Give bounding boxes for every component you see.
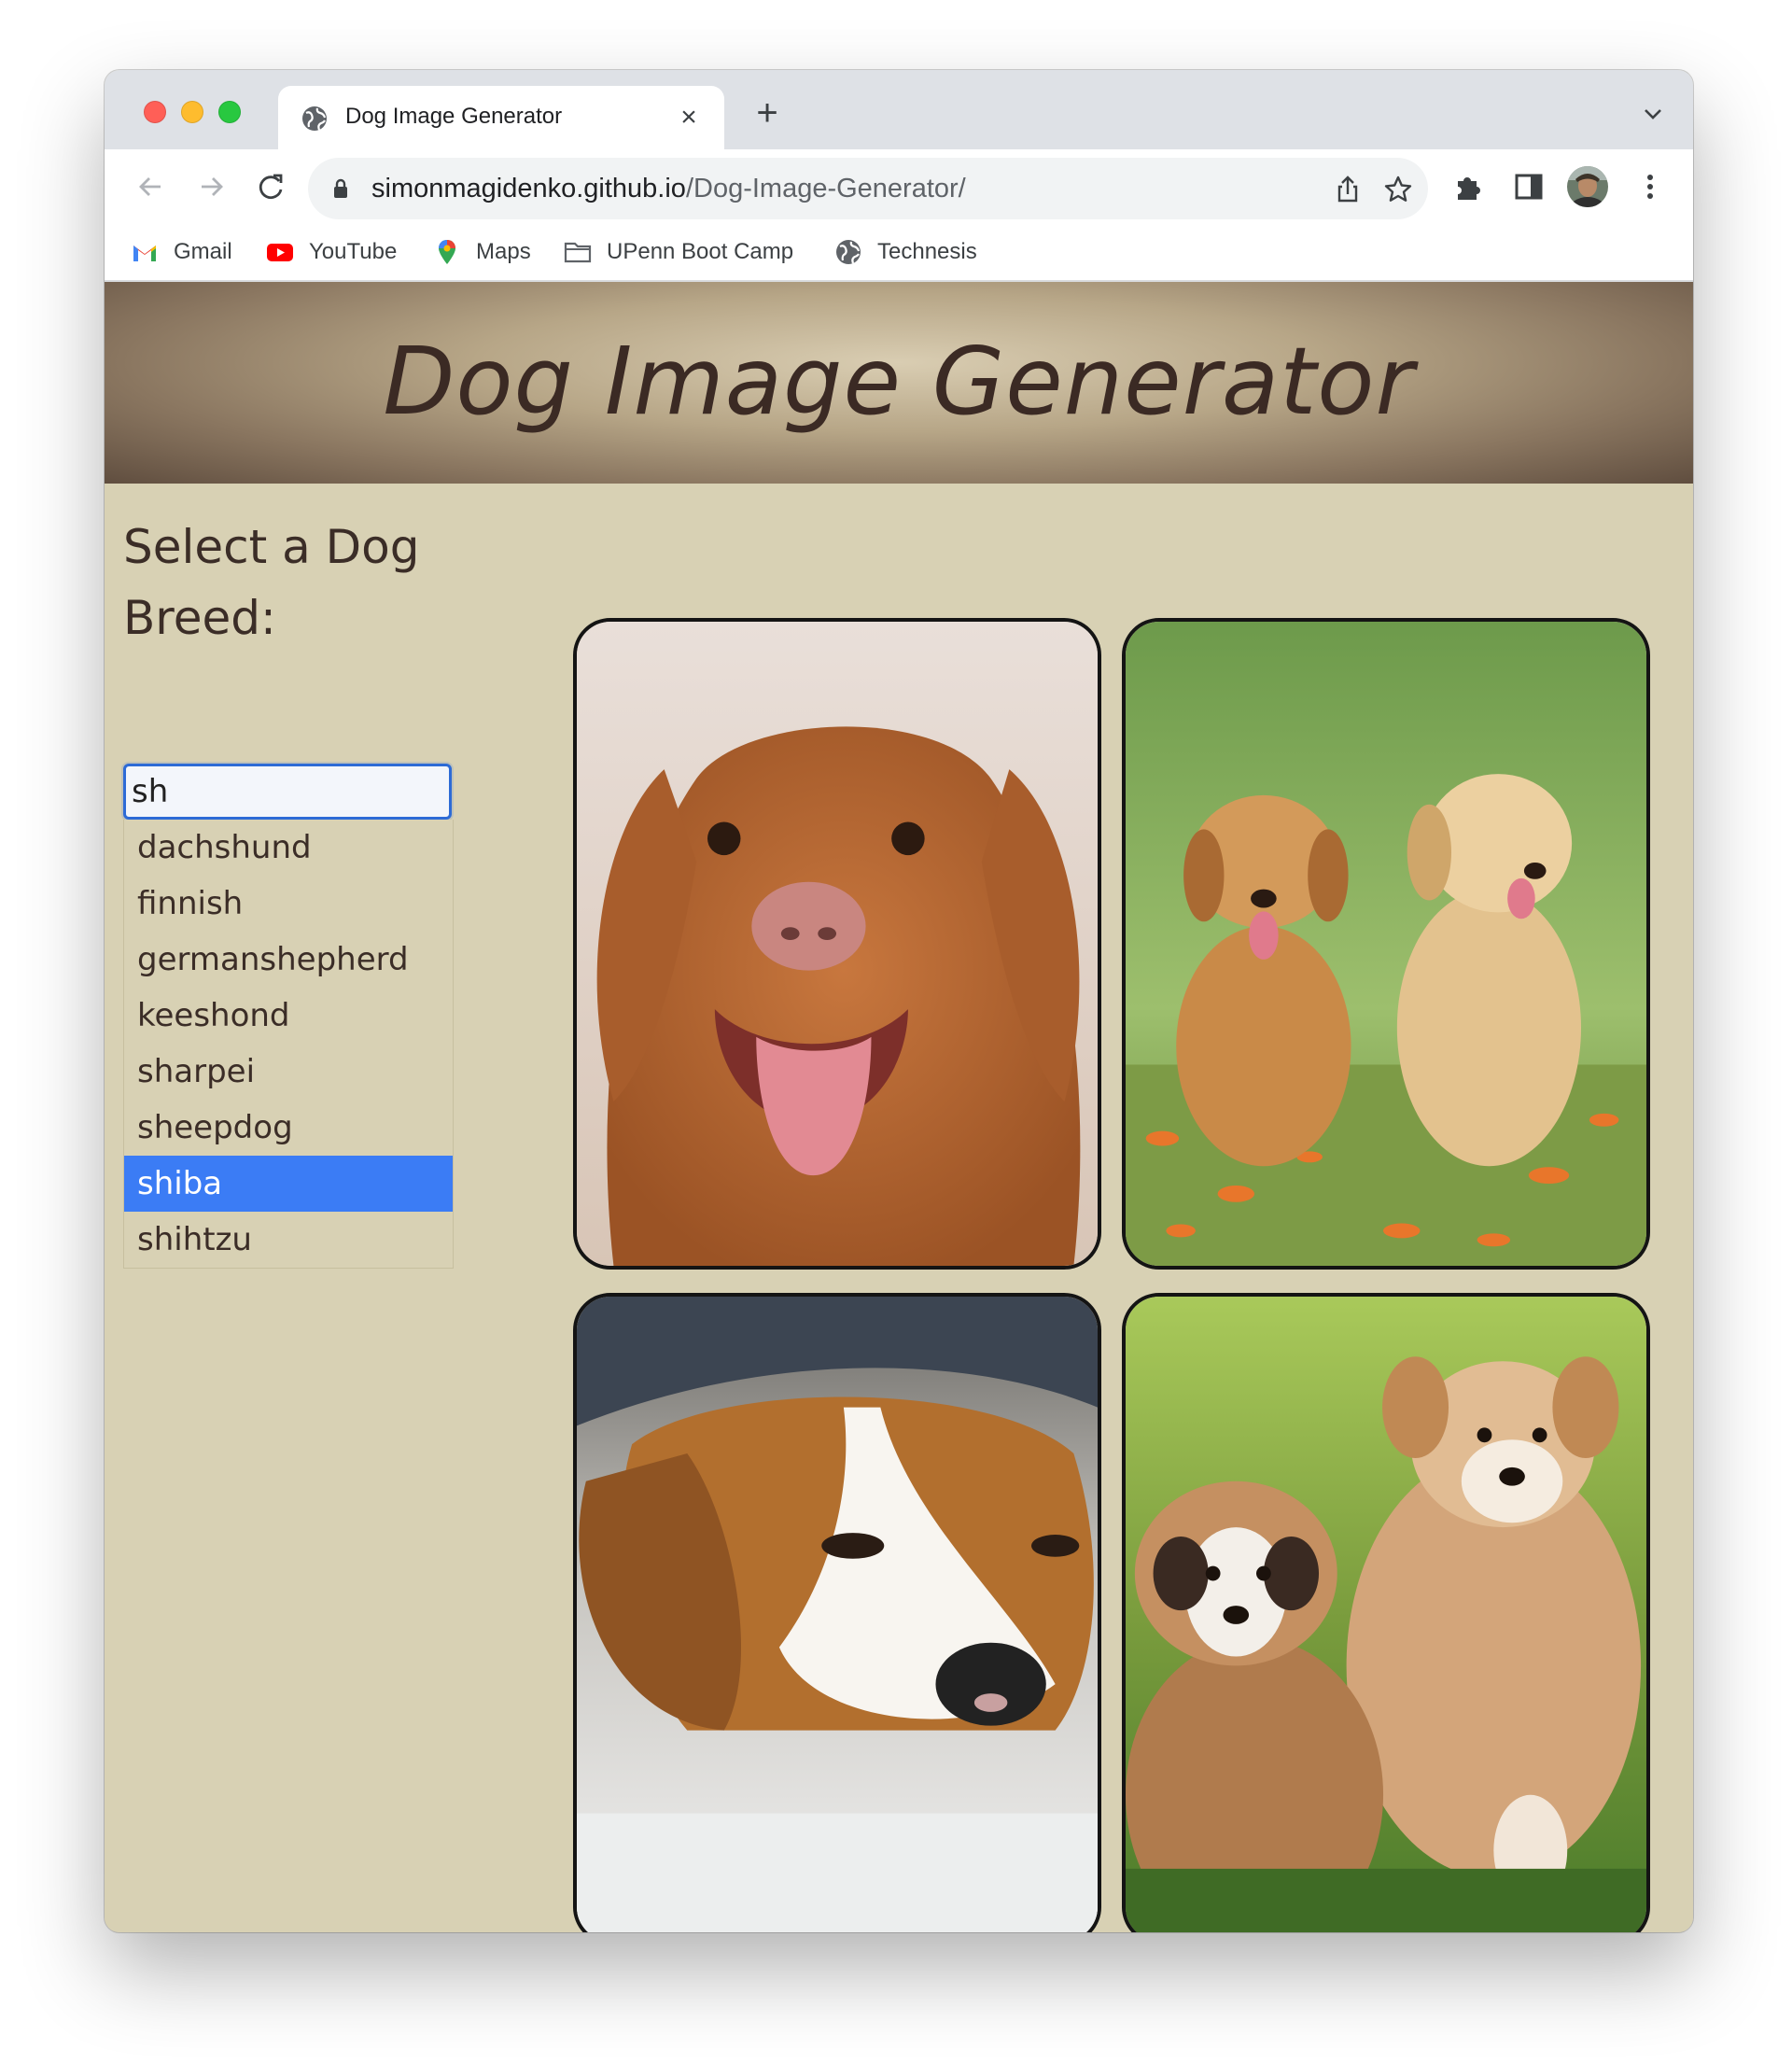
tab-dog-image-generator[interactable]: Dog Image Generator × — [278, 86, 724, 149]
url-text[interactable]: simonmagidenko.github.io/Dog-Image-Gener… — [371, 174, 966, 204]
globe-icon — [302, 106, 327, 131]
folder-icon — [564, 242, 592, 263]
retriever-dog-image — [577, 622, 1098, 1266]
maximize-window-button[interactable] — [218, 101, 241, 123]
dog-image-2 — [1122, 618, 1650, 1270]
globe-icon — [836, 240, 861, 264]
beagle-image — [577, 1297, 1098, 1932]
close-window-button[interactable] — [144, 101, 166, 123]
golden-puppies-image — [1126, 622, 1646, 1266]
suggestion-item[interactable]: shihtzu — [124, 1212, 453, 1268]
address-bar[interactable]: simonmagidenko.github.io/Dog-Image-Gener… — [308, 158, 1428, 219]
dog-image-4 — [1122, 1293, 1650, 1932]
youtube-icon — [267, 244, 293, 261]
tab-strip: Dog Image Generator × + — [105, 70, 1693, 149]
suggestion-item[interactable]: sheepdog — [124, 1100, 453, 1156]
share-icon[interactable] — [1333, 175, 1363, 204]
bookmark-youtube[interactable]: YouTube — [266, 233, 397, 271]
close-tab-icon[interactable]: × — [670, 99, 707, 136]
page-title: Dog Image Generator — [383, 327, 1415, 436]
browser-toolbar: simonmagidenko.github.io/Dog-Image-Gener… — [105, 149, 1693, 224]
breed-search-input[interactable] — [123, 764, 452, 820]
reload-icon[interactable] — [250, 166, 291, 207]
dog-image-3 — [573, 1293, 1101, 1932]
bookmark-upenn-boot-camp[interactable]: UPenn Boot Camp — [564, 233, 793, 271]
bookmark-maps[interactable]: Maps — [433, 233, 531, 271]
more-menu-icon[interactable] — [1631, 168, 1669, 205]
suggestion-item[interactable]: keeshond — [124, 988, 453, 1044]
suggestion-item[interactable]: finnish — [124, 876, 453, 932]
new-tab-button[interactable]: + — [747, 94, 788, 135]
bookmarks-bar: Gmail YouTube Maps UPenn Boot Camp Techn… — [105, 224, 1693, 282]
profile-avatar[interactable] — [1566, 165, 1609, 208]
extensions-puzzle-icon[interactable] — [1450, 168, 1488, 205]
page-content: Dog Image Generator Select a Dog Breed: … — [105, 282, 1693, 1932]
bookmark-technesis[interactable]: Technesis — [834, 233, 977, 271]
url-path: /Dog-Image-Generator/ — [685, 174, 966, 203]
chevron-down-icon[interactable] — [1643, 104, 1663, 124]
bookmark-label: Gmail — [174, 239, 232, 264]
browser-window: Dog Image Generator × + simonmagidenko.g… — [105, 70, 1693, 1932]
side-panel-icon[interactable] — [1510, 168, 1547, 205]
url-host: simonmagidenko.github.io — [371, 174, 686, 203]
lock-icon[interactable] — [332, 178, 349, 199]
suggestion-item[interactable]: dachshund — [124, 820, 453, 876]
suggestion-item-selected[interactable]: shiba — [124, 1156, 453, 1212]
autocomplete-dropdown: dachshund finnish germanshepherd keeshon… — [123, 820, 454, 1269]
bookmark-label: Technesis — [877, 239, 977, 264]
gmail-icon — [133, 246, 156, 261]
minimize-window-button[interactable] — [181, 101, 203, 123]
header-banner: Dog Image Generator — [105, 282, 1693, 484]
bookmark-label: Maps — [476, 239, 531, 264]
suggestion-item[interactable]: germanshepherd — [124, 932, 453, 988]
maps-icon — [439, 240, 455, 264]
forward-arrow-icon[interactable] — [190, 166, 231, 207]
bookmark-star-icon[interactable] — [1383, 175, 1413, 204]
suggestion-item[interactable]: sharpei — [124, 1044, 453, 1100]
bookmark-label: UPenn Boot Camp — [607, 239, 794, 264]
dog-image-1 — [573, 618, 1101, 1270]
fluffy-puppies-image — [1126, 1297, 1646, 1932]
bookmark-label: YouTube — [309, 239, 398, 264]
breed-heading: Select a Dog Breed: — [123, 520, 420, 645]
back-arrow-icon[interactable] — [131, 166, 172, 207]
tab-title: Dog Image Generator — [345, 104, 563, 129]
bookmark-gmail[interactable]: Gmail — [131, 233, 232, 271]
